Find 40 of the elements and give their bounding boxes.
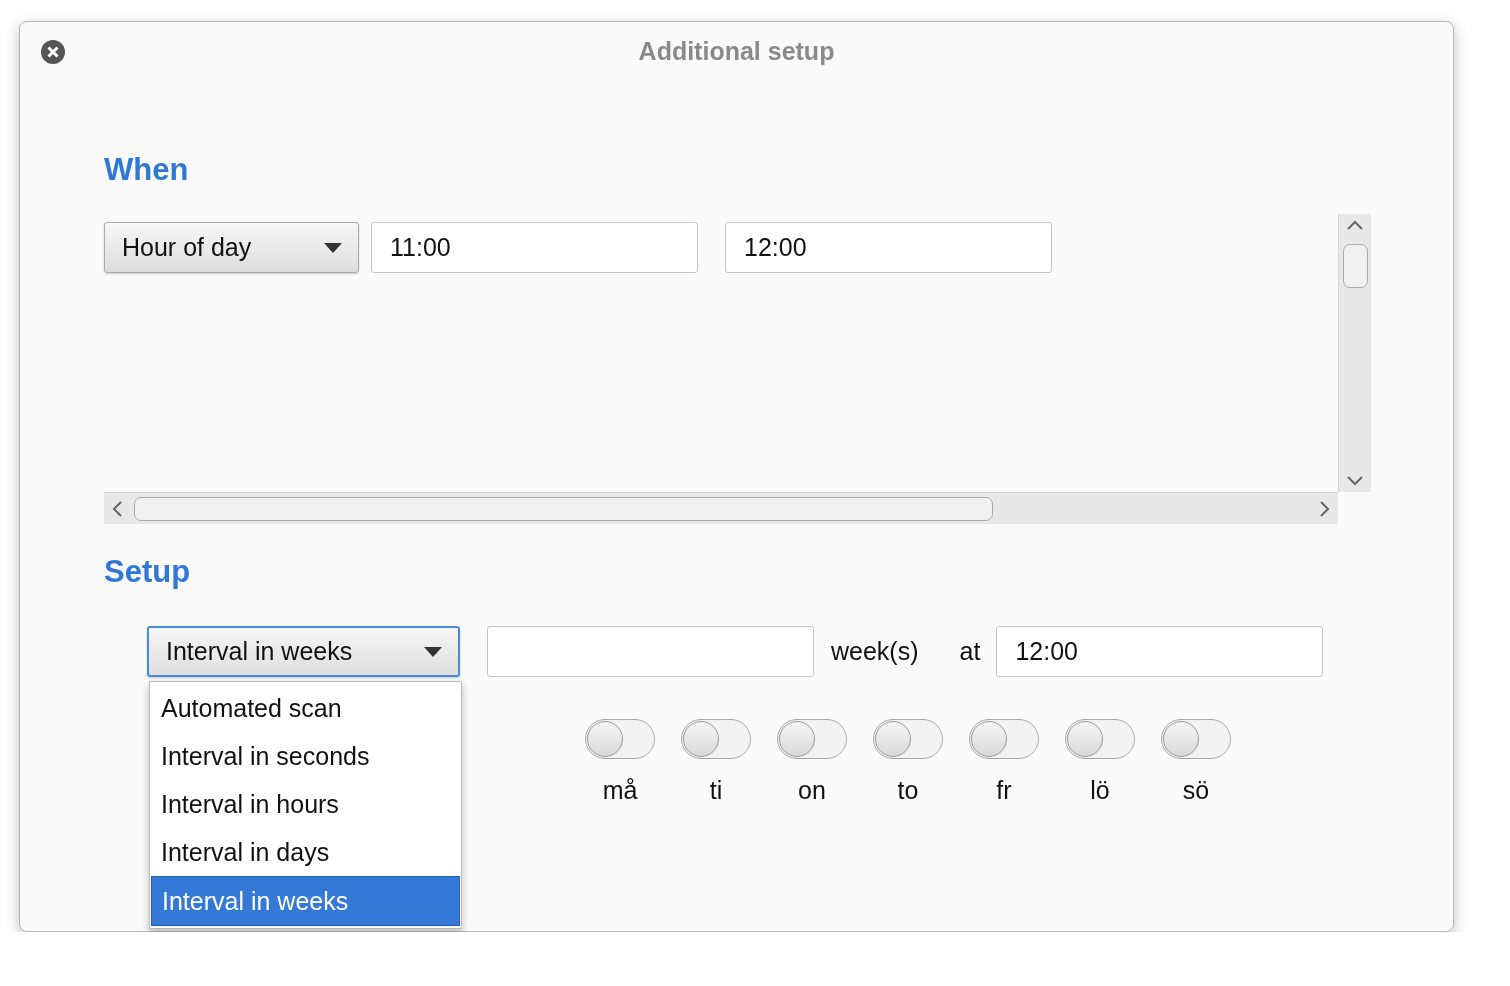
mode-dropdown[interactable]: Hour of day	[104, 222, 359, 273]
window-title: Additional setup	[638, 36, 835, 66]
scrollbar-thumb[interactable]	[134, 497, 993, 521]
close-icon[interactable]	[40, 39, 66, 65]
menu-option[interactable]: Interval in hours	[151, 780, 460, 828]
chevron-right-icon[interactable]	[1320, 501, 1330, 517]
toggle-switch[interactable]	[681, 719, 751, 759]
menu-option[interactable]: Automated scan	[151, 684, 460, 732]
day-label: to	[897, 776, 919, 805]
day-label: sö	[1182, 776, 1210, 805]
day-label: lö	[1090, 776, 1110, 805]
day-label: on	[798, 776, 826, 805]
at-label: at	[959, 637, 981, 666]
menu-option[interactable]: Interval in days	[151, 828, 460, 876]
caret-icon	[424, 646, 442, 657]
unit-label: week(s)	[831, 637, 919, 666]
menu-option[interactable]: Interval in weeks	[151, 876, 460, 926]
toggle-switch[interactable]	[585, 719, 655, 759]
caret-icon	[324, 242, 342, 253]
toggle-switch[interactable]	[1065, 719, 1135, 759]
input-field[interactable]: 12:00	[725, 222, 1052, 273]
section-heading: Setup	[104, 554, 192, 590]
section-heading: When	[104, 152, 190, 188]
menu-option[interactable]: Interval in seconds	[151, 732, 460, 780]
scrollbar-thumb[interactable]	[1343, 244, 1368, 288]
chevron-left-icon[interactable]	[112, 501, 122, 517]
day-label: fr	[996, 776, 1012, 805]
toggle-switch[interactable]	[1161, 719, 1231, 759]
chevron-up-icon[interactable]	[1347, 220, 1363, 230]
toggle-switch[interactable]	[873, 719, 943, 759]
input-field[interactable]: 12:00	[996, 626, 1324, 677]
toggle-switch[interactable]	[777, 719, 847, 759]
input-field[interactable]: 11:00	[371, 222, 698, 273]
day-label: må	[602, 776, 638, 805]
horizontal-scrollbar[interactable]	[104, 492, 1338, 524]
day-label: ti	[709, 776, 723, 805]
input-field[interactable]	[487, 626, 814, 677]
vertical-scrollbar[interactable]	[1338, 214, 1371, 492]
chevron-down-icon[interactable]	[1347, 476, 1363, 486]
toggle-switch[interactable]	[969, 719, 1039, 759]
